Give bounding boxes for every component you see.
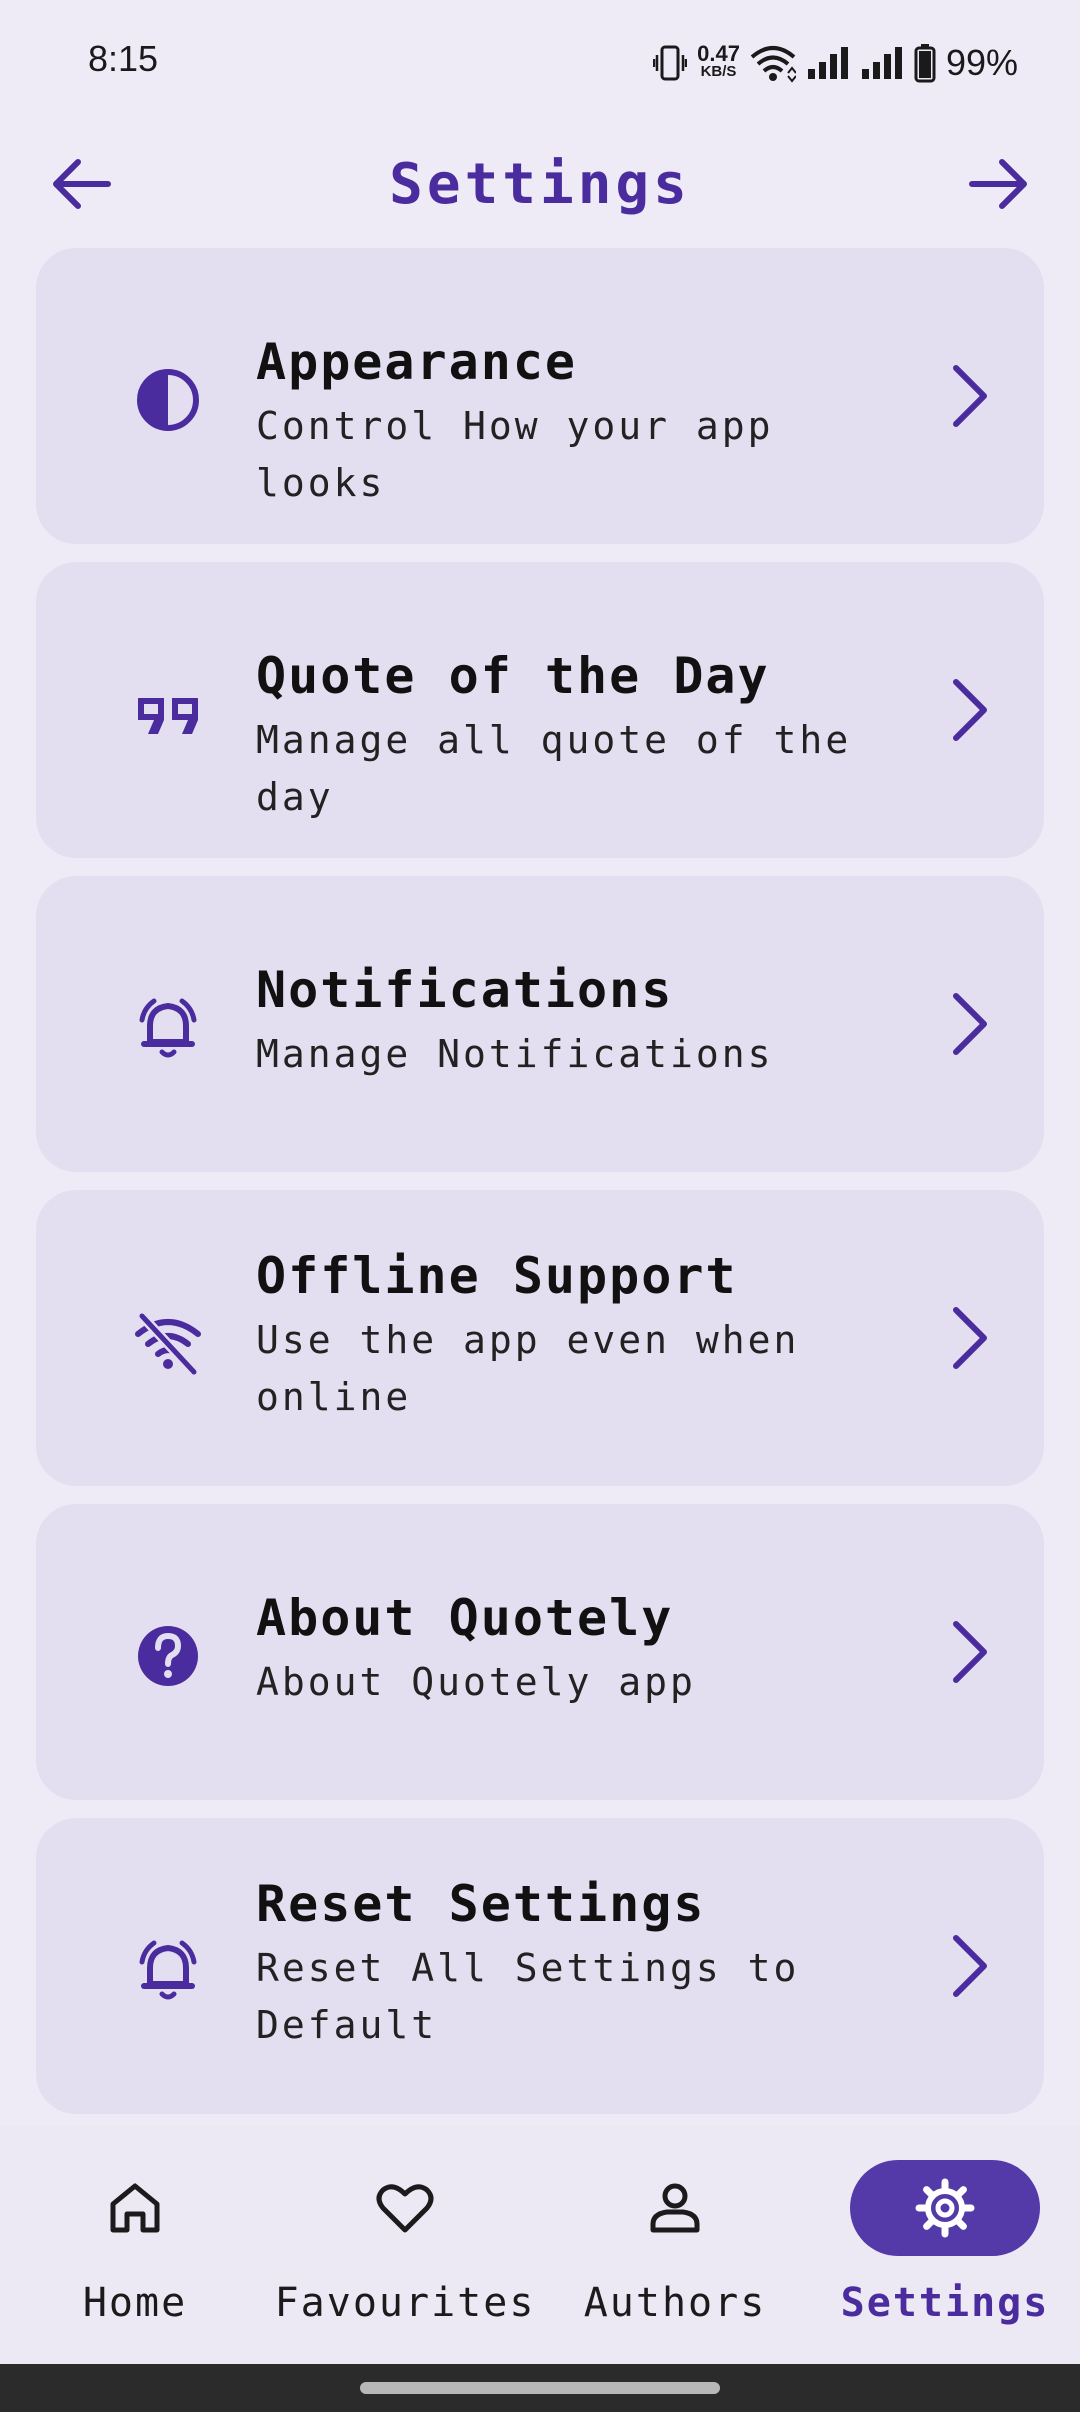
nav-icon-container-active (850, 2160, 1040, 2256)
settings-item-text: Reset Settings Reset All Settings to Def… (256, 1874, 904, 2054)
quote-icon (138, 698, 198, 734)
nav-item-settings[interactable]: Settings (810, 2160, 1080, 2340)
nav-icon-container (40, 2160, 230, 2256)
home-icon (110, 2183, 160, 2233)
chevron-right-icon (953, 365, 987, 427)
gesture-handle[interactable] (360, 2382, 720, 2394)
page-title: Settings (389, 152, 691, 217)
settings-item-subtitle: Manage Notifications (256, 1032, 774, 1076)
system-gesture-area (0, 2364, 1080, 2412)
nav-icon-container (580, 2160, 770, 2256)
network-speed-unit: KB/S (700, 63, 737, 80)
battery-percent: 99% (945, 42, 1018, 83)
status-bar: 8:15 0.47 KB/S 99% (0, 0, 1080, 124)
status-icons: 0.47 KB/S 99% (653, 38, 1018, 88)
app-bar: Settings (0, 124, 1080, 244)
settings-item-subtitle: Manage all quote of the day (256, 718, 852, 819)
nav-label: Authors (583, 2280, 767, 2326)
nav-item-home[interactable]: Home (0, 2160, 270, 2340)
settings-item-reset-settings[interactable]: Reset Settings Reset All Settings to Def… (36, 1818, 1044, 2114)
settings-item-title: Quote of the Day (256, 647, 770, 705)
settings-item-about-quotely[interactable]: About Quotely About Quotely app (36, 1504, 1044, 1800)
heart-icon (376, 2184, 434, 2233)
network-speed-value: 0.47 (697, 41, 740, 66)
settings-item-title: Reset Settings (256, 1875, 706, 1933)
settings-item-quote-of-the-day[interactable]: Quote of the Day Manage all quote of the… (36, 562, 1044, 858)
settings-item-text: Appearance Control How your app looks (256, 332, 904, 512)
nav-label: Settings (840, 2280, 1050, 2326)
wifi-off-icon (135, 1311, 201, 1377)
chevron-right-icon (953, 993, 987, 1055)
vibrate-icon (653, 45, 688, 81)
status-time: 8:15 (88, 38, 159, 79)
settings-item-notifications[interactable]: Notifications Manage Notifications (36, 876, 1044, 1172)
settings-item-subtitle: Reset All Settings to Default (256, 1946, 800, 2047)
help-circle-icon (138, 1626, 198, 1686)
bell-ring-icon (139, 998, 197, 1058)
settings-item-subtitle: Use the app even when online (256, 1318, 800, 1419)
settings-item-title: Appearance (256, 333, 578, 391)
signal-icon (861, 47, 902, 79)
arrow-right-icon[interactable] (958, 144, 1038, 224)
bottom-navigation: Home Favourites Authors Settings (0, 2126, 1080, 2364)
settings-item-appearance[interactable]: Appearance Control How your app looks (36, 248, 1044, 544)
settings-item-title: Offline Support (256, 1247, 738, 1305)
chevron-right-icon (953, 1935, 987, 1997)
bell-ring-icon (139, 1940, 197, 2000)
nav-icon-container (310, 2160, 500, 2256)
battery-icon (914, 44, 936, 83)
settings-item-text: Offline Support Use the app even when on… (256, 1246, 904, 1426)
wifi-icon (750, 46, 796, 83)
settings-item-text: Quote of the Day Manage all quote of the… (256, 646, 904, 826)
settings-item-subtitle: About Quotely app (256, 1660, 696, 1704)
settings-item-subtitle: Control How your app looks (256, 404, 774, 505)
nav-label: Favourites (274, 2280, 536, 2326)
chevron-right-icon (953, 679, 987, 741)
nav-item-favourites[interactable]: Favourites (270, 2160, 540, 2340)
settings-item-offline-support[interactable]: Offline Support Use the app even when on… (36, 1190, 1044, 1486)
contrast-icon (137, 369, 199, 431)
chevron-right-icon (953, 1307, 987, 1369)
settings-item-title: Notifications (256, 961, 674, 1019)
person-icon (650, 2183, 700, 2233)
nav-item-authors[interactable]: Authors (540, 2160, 810, 2340)
settings-item-text: Notifications Manage Notifications (256, 960, 904, 1083)
chevron-right-icon (953, 1621, 987, 1683)
settings-item-text: About Quotely About Quotely app (256, 1588, 904, 1711)
settings-item-title: About Quotely (256, 1589, 674, 1647)
network-speed: 0.47 KB/S (697, 41, 740, 81)
nav-label: Home (82, 2280, 188, 2326)
gear-icon (915, 2178, 975, 2238)
signal-icon (807, 47, 848, 79)
